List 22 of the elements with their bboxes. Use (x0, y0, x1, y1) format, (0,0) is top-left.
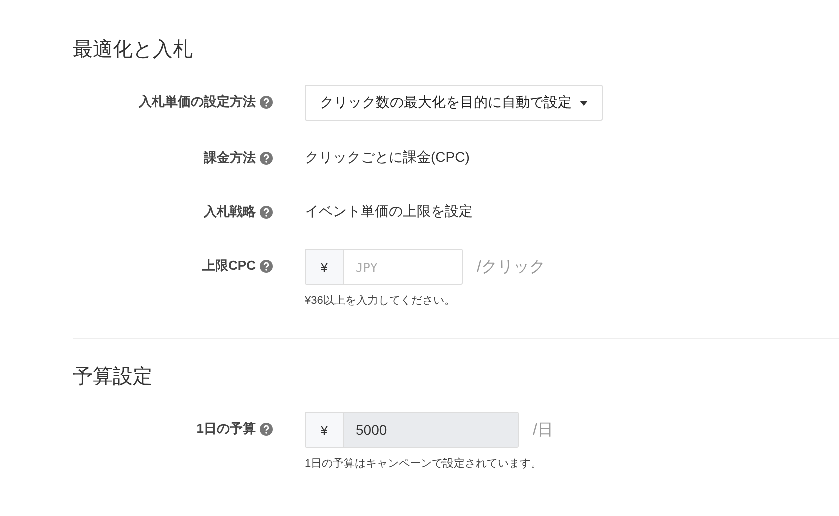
currency-prefix: ¥ (306, 413, 344, 447)
dropdown[interactable]: クリック数の最大化を目的に自動で設定 (305, 85, 603, 121)
currency-prefix: ¥ (306, 250, 344, 284)
field-label: 入札戦略 (204, 203, 256, 221)
field-label: 入札単価の設定方法 (139, 93, 256, 111)
help-icon[interactable] (260, 152, 273, 164)
section-title: 予算設定 (73, 365, 154, 390)
field-value: イベント単価の上限を設定 (305, 203, 473, 221)
unit-label: /クリック (477, 258, 546, 278)
help-icon[interactable] (260, 96, 273, 108)
field-label: 課金方法 (204, 149, 256, 167)
field-label: 上限CPC (202, 257, 256, 275)
help-icon[interactable] (260, 206, 273, 218)
input-field[interactable]: ¥ JPY (305, 249, 463, 285)
hint-text: 1日の予算はキャンペーンで設定されています。 (305, 456, 544, 471)
caret-icon (580, 100, 588, 106)
field-label: 1日の予算 (196, 420, 256, 438)
field-value: クリックごとに課金(CPC) (305, 149, 470, 167)
unit-label: /日 (533, 420, 554, 440)
section-title: 最適化と入札 (73, 38, 194, 63)
help-icon[interactable] (260, 260, 273, 272)
hint-text: ¥36以上を入力してください。 (305, 294, 456, 308)
